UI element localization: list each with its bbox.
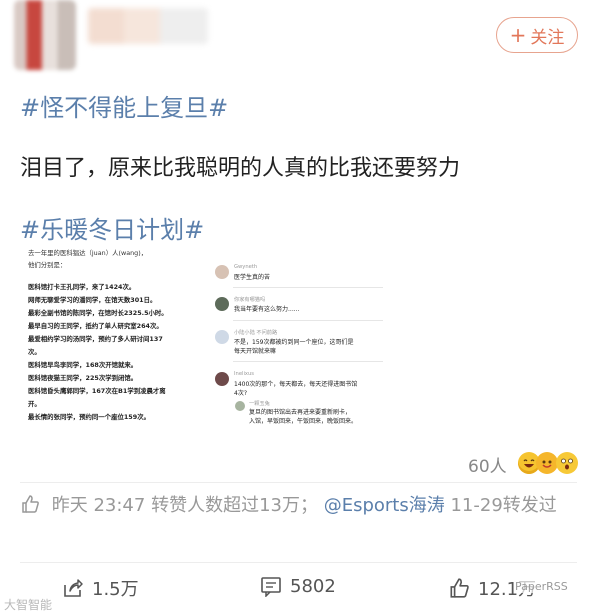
stat-line: 最长情的张同学，预约同一个座位159次。 bbox=[28, 413, 150, 421]
stat-line: 医科馆早鸟李同学，168次开馆就来。 bbox=[28, 361, 138, 369]
comment-divider bbox=[233, 287, 383, 288]
commenter-name: Gwyneth bbox=[234, 264, 258, 270]
stat-line: 次。 bbox=[28, 348, 41, 356]
surprise-emoji-icon[interactable] bbox=[556, 452, 578, 474]
meta-date: 11-29 bbox=[450, 495, 503, 516]
stat-line: 医科馆打卡王孔同学，来了1424次。 bbox=[28, 283, 136, 291]
comment-text: 不是，159次都被约到同一个座位，这哥们是 bbox=[234, 339, 354, 346]
commenter-name: 小陆小陆 不问前路 bbox=[234, 330, 278, 336]
comment-icon bbox=[261, 577, 281, 597]
reply-text: 入馆，早饭回来，午饭回来，晚饭回来。 bbox=[249, 418, 358, 425]
commenter-avatar bbox=[215, 330, 229, 344]
repost-icon bbox=[20, 493, 40, 524]
divider bbox=[20, 482, 577, 483]
comment-text: 1400次的那个，每天都去，每天还得进图书馆 bbox=[234, 381, 358, 388]
plus-icon: + bbox=[509, 23, 527, 47]
commenter-name: 你家有哪猫吗 bbox=[234, 297, 266, 303]
intro-line-2: 他们分别是： bbox=[28, 261, 67, 269]
follow-label: 关注 bbox=[530, 27, 565, 48]
stat-line: 医科馆夜猫王同学，225次学到闭馆。 bbox=[28, 374, 138, 382]
divider bbox=[20, 562, 577, 563]
comment-text: 我当年要有这么努力...... bbox=[234, 306, 300, 313]
post-text: 泪目了，原来比我聪明的人真的比我还要努力 bbox=[20, 156, 461, 181]
avatar[interactable] bbox=[14, 0, 76, 70]
stat-line: 最彩全副书馆的陈同学，在馆时长2325.5小时。 bbox=[28, 309, 168, 317]
comment-count: 5802 bbox=[290, 575, 336, 597]
comment-button[interactable]: 5802 bbox=[260, 575, 336, 597]
username-blurred[interactable] bbox=[88, 8, 208, 44]
hashtag-topic[interactable]: #怪不得能上复旦# bbox=[20, 88, 228, 123]
watermark-left: 大智智能 bbox=[4, 598, 53, 612]
reply-text: 复旦的图书馆出去再进来要重新刷卡， bbox=[249, 409, 352, 416]
commenter-avatar bbox=[215, 297, 229, 311]
thumbs-up-icon bbox=[450, 578, 469, 598]
follow-button[interactable]: + 关注 bbox=[496, 17, 578, 53]
comment-divider bbox=[233, 361, 383, 362]
stat-line: 医科馆昏头鹰郭同学，167次在B1学到凌晨才离 bbox=[28, 387, 166, 395]
reply-avatar bbox=[235, 401, 245, 411]
stat-line: 最早自习的王同学，抵约了单人研究室264次。 bbox=[28, 322, 163, 330]
image-left-panel: 去一年里的医科猖达（juan）人(wang)， 他们分别是： 医科馆打卡王孔同学… bbox=[18, 243, 208, 433]
comment-text: 每天开馆就来嘛 bbox=[234, 348, 277, 355]
reaction-count[interactable]: 60人 bbox=[468, 452, 507, 477]
watermark-right: PaperRSS bbox=[515, 580, 568, 593]
comment-text: 医学生真的苦 bbox=[234, 274, 271, 281]
commenter-avatar bbox=[215, 372, 229, 386]
commenter-name: Inelixus bbox=[234, 371, 254, 377]
image-right-panel: Gwyneth 医学生真的苦 你家有哪猫吗 我当年要有这么努力...... 小陆… bbox=[213, 243, 578, 433]
meta-time: 昨天 23:47 bbox=[51, 495, 146, 516]
intro-line-1: 去一年里的医科猖达（juan）人(wang)， bbox=[28, 249, 148, 257]
share-icon bbox=[64, 579, 83, 597]
commenter-avatar bbox=[215, 265, 229, 279]
mention-link[interactable]: @Esports海涛 bbox=[324, 495, 445, 516]
meta-suffix: 转发过 bbox=[502, 495, 557, 516]
reply-name: 一颗玉兔 bbox=[249, 401, 270, 407]
share-count: 1.5万 bbox=[92, 579, 139, 600]
hashtag-campaign[interactable]: #乐暖冬日计划# bbox=[20, 210, 204, 245]
stat-line: 开。 bbox=[28, 400, 41, 408]
meta-text: 转赞人数超过13万； bbox=[151, 495, 318, 516]
share-button[interactable]: 1.5万 bbox=[62, 575, 139, 601]
repost-meta: 昨天 23:47 转赞人数超过13万； @Esports海涛 11-29转发过 bbox=[20, 490, 580, 524]
comment-divider bbox=[233, 320, 383, 321]
post-image[interactable]: 去一年里的医科猖达（juan）人(wang)， 他们分别是： 医科馆打卡王孔同学… bbox=[18, 243, 578, 433]
stat-line: 网师无聊爱学习的潘同学，在馆天数301日。 bbox=[28, 296, 157, 304]
comment-text: 4次? bbox=[234, 390, 248, 397]
stat-line: 最爱相约学习的汤同学，预约了多人研讨间137 bbox=[28, 335, 163, 343]
cheer-emoji-icon[interactable] bbox=[536, 452, 558, 474]
